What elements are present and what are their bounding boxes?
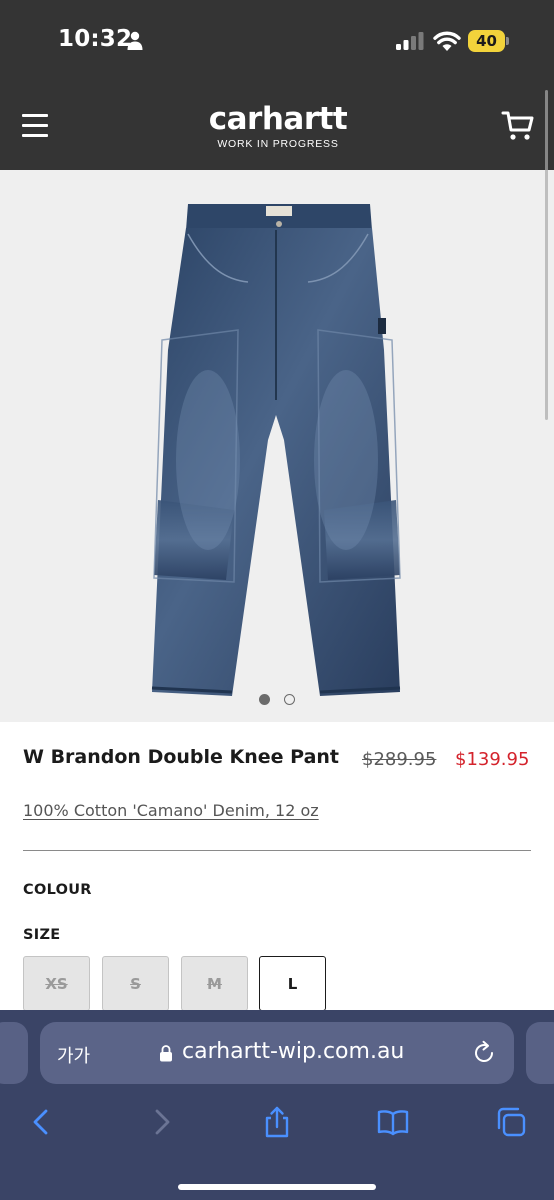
original-price: $289.95 [362, 749, 437, 770]
home-indicator[interactable] [178, 1184, 376, 1190]
wifi-icon [433, 31, 461, 51]
forward-icon[interactable] [145, 1106, 177, 1138]
previous-tab-preview[interactable] [0, 1022, 28, 1084]
logo-tagline: WORK IN PROGRESS [217, 138, 339, 150]
battery-indicator: 40 [468, 30, 510, 52]
cellular-signal-icon [396, 32, 424, 50]
pagination-dot-2[interactable] [284, 694, 295, 705]
size-option-l[interactable]: L [259, 956, 326, 1011]
text-size-button[interactable]: 가가 [57, 1042, 90, 1068]
next-tab-preview[interactable] [526, 1022, 554, 1084]
reload-icon[interactable] [471, 1040, 497, 1066]
material-link[interactable]: 100% Cotton 'Camano' Denim, 12 oz [23, 801, 319, 820]
size-label: SIZE [23, 927, 61, 943]
product-image-gallery[interactable] [0, 170, 554, 722]
size-option-xs[interactable]: XS [23, 956, 90, 1011]
url-text[interactable]: carhartt-wip.com.au [182, 1039, 404, 1064]
divider [23, 850, 531, 851]
share-icon[interactable] [261, 1106, 293, 1138]
product-title: W Brandon Double Knee Pant [23, 746, 340, 768]
product-image-jeans[interactable] [148, 200, 406, 706]
image-pagination [0, 694, 554, 708]
pagination-dot-1[interactable] [259, 694, 270, 705]
address-bar[interactable]: 가가 carhartt-wip.com.au [40, 1022, 514, 1084]
battery-cap [506, 37, 509, 45]
site-logo[interactable]: carhartt WORK IN PROGRESS [178, 102, 378, 150]
colour-label: COLOUR [23, 882, 92, 898]
safari-bottom-bar: 가가 carhartt-wip.com.au [0, 1010, 554, 1200]
status-bar: 10:32 40 [0, 0, 554, 84]
logo-wordmark: carhartt [208, 101, 348, 137]
battery-level: 40 [476, 32, 497, 50]
size-option-s[interactable]: S [102, 956, 169, 1011]
lock-icon [160, 1045, 172, 1062]
cart-icon[interactable] [500, 108, 536, 144]
bookmarks-icon[interactable] [377, 1106, 409, 1138]
menu-icon[interactable] [22, 114, 48, 138]
site-nav: carhartt WORK IN PROGRESS [0, 84, 554, 170]
size-option-m[interactable]: M [181, 956, 248, 1011]
tabs-icon[interactable] [495, 1106, 527, 1138]
site-header: 10:32 40 carhartt WORK IN PROGRESS [0, 0, 554, 170]
sale-price: $139.95 [455, 749, 530, 770]
person-icon [127, 31, 143, 50]
status-time: 10:32 [58, 26, 133, 52]
back-icon[interactable] [26, 1106, 58, 1138]
page-scrollbar[interactable] [545, 90, 548, 420]
